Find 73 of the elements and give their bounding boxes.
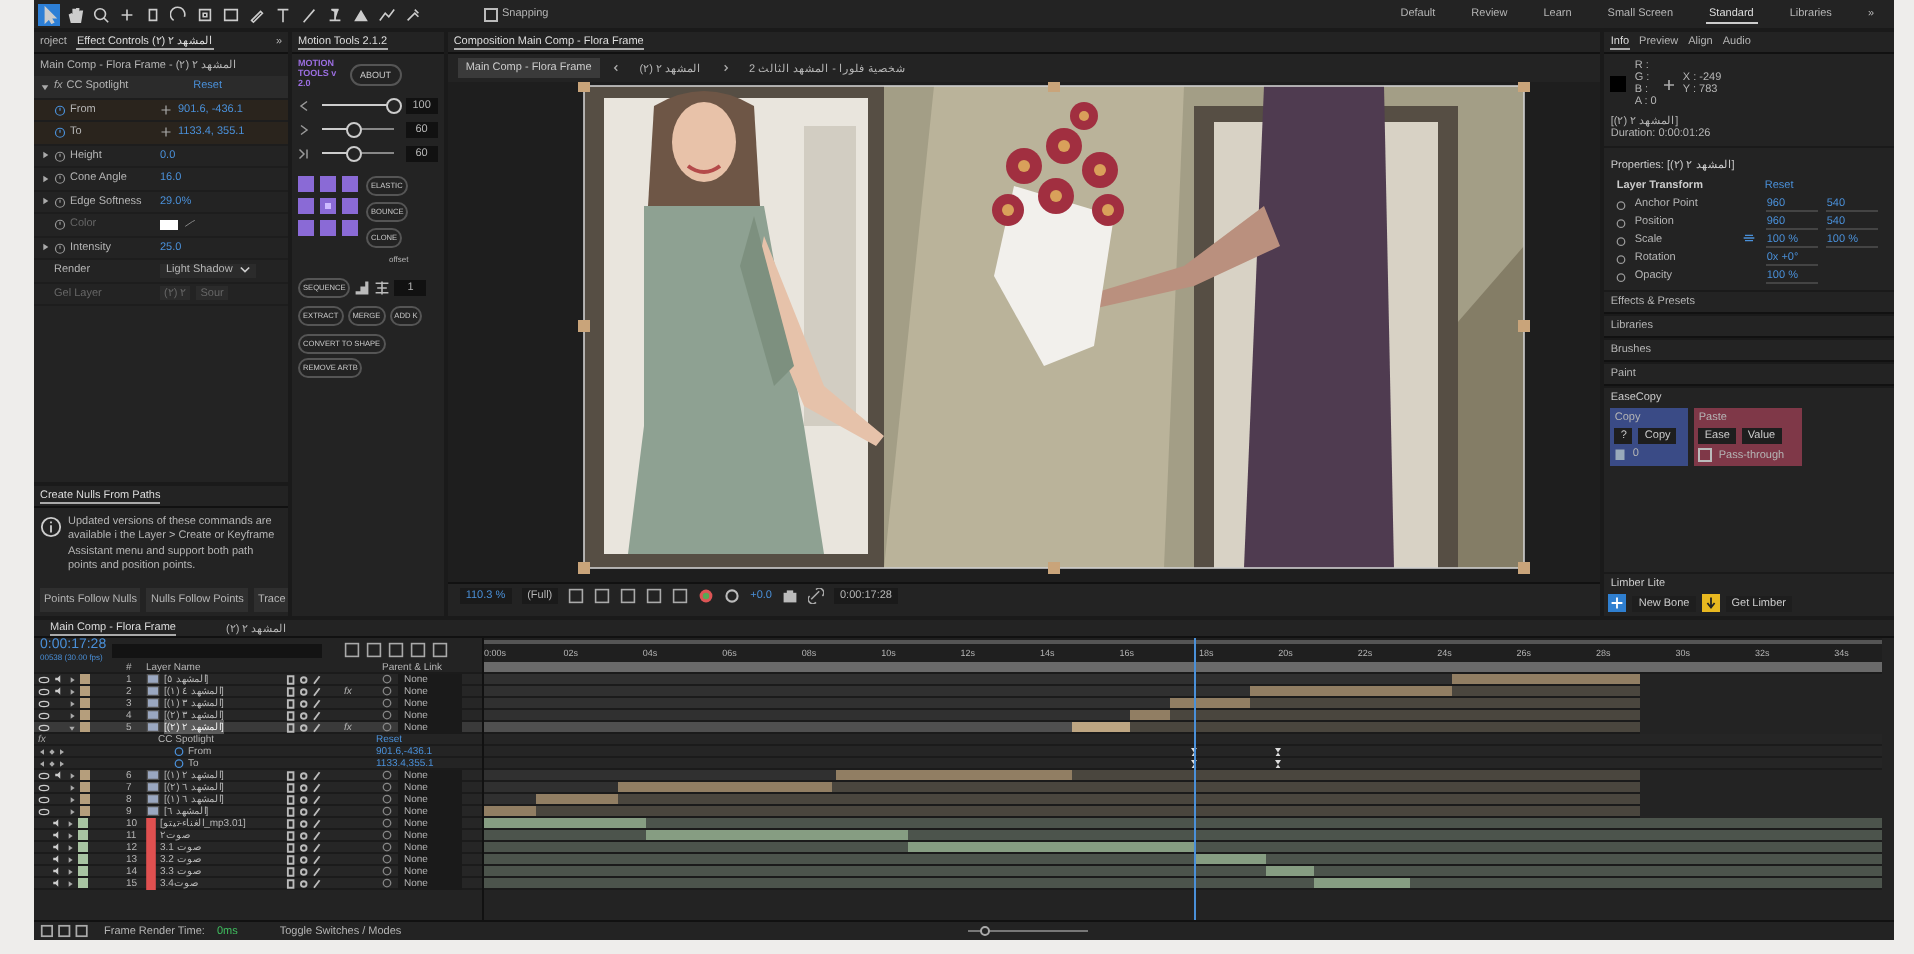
layer-bar[interactable] bbox=[1071, 722, 1131, 732]
label-color[interactable] bbox=[78, 878, 88, 888]
tool-icon[interactable] bbox=[220, 3, 242, 25]
crosshair-icon[interactable] bbox=[160, 126, 172, 139]
eye-icon[interactable] bbox=[38, 807, 50, 815]
label-color[interactable] bbox=[80, 698, 90, 708]
trash-icon[interactable] bbox=[1614, 448, 1627, 460]
stopwatch-icon[interactable] bbox=[54, 172, 66, 185]
eye-icon[interactable] bbox=[38, 783, 50, 791]
tool-icon[interactable] bbox=[324, 3, 346, 25]
tool-icon[interactable] bbox=[298, 3, 320, 25]
label-color[interactable] bbox=[78, 818, 88, 828]
label-color[interactable] bbox=[80, 674, 90, 684]
eye-icon[interactable] bbox=[38, 699, 50, 707]
layer-bar[interactable] bbox=[1130, 710, 1171, 720]
label-color[interactable] bbox=[80, 770, 90, 780]
slider-thumb[interactable] bbox=[385, 97, 402, 114]
zoom-slider-thumb[interactable] bbox=[980, 925, 990, 935]
tool-icon[interactable] bbox=[376, 3, 398, 25]
label-color[interactable] bbox=[80, 794, 90, 804]
caret-icon[interactable] bbox=[40, 150, 50, 161]
keyframe-navigator-icon[interactable] bbox=[38, 747, 66, 755]
color-wheel-icon[interactable] bbox=[698, 588, 715, 604]
color-sample bbox=[1610, 76, 1627, 92]
link-icon[interactable] bbox=[807, 588, 824, 604]
stopwatch-icon[interactable] bbox=[54, 103, 66, 116]
tool-icon[interactable] bbox=[64, 3, 86, 25]
easing-icon bbox=[298, 147, 310, 160]
caret-icon[interactable] bbox=[40, 196, 50, 207]
tool-icon[interactable] bbox=[168, 3, 190, 25]
stopwatch-icon[interactable] bbox=[54, 149, 66, 162]
keyframe-navigator-icon[interactable] bbox=[38, 759, 66, 767]
exposure-icon[interactable] bbox=[724, 588, 741, 604]
eye-icon[interactable] bbox=[38, 771, 50, 779]
label-color[interactable] bbox=[78, 842, 88, 852]
eye-icon[interactable] bbox=[38, 711, 50, 719]
crosshair-icon[interactable] bbox=[160, 103, 172, 116]
tool-icon[interactable] bbox=[402, 3, 424, 25]
eye-icon[interactable] bbox=[38, 723, 50, 731]
caret-icon[interactable] bbox=[40, 173, 50, 184]
caret-icon[interactable] bbox=[40, 242, 50, 253]
stopwatch-icon[interactable] bbox=[54, 126, 66, 139]
label-color[interactable] bbox=[80, 722, 90, 732]
label-color[interactable] bbox=[80, 710, 90, 720]
label-color[interactable] bbox=[80, 782, 90, 792]
link-icon[interactable] bbox=[1742, 234, 1757, 243]
align-icon[interactable] bbox=[374, 279, 391, 296]
label-color[interactable] bbox=[80, 686, 90, 696]
tool-icon[interactable] bbox=[194, 3, 216, 25]
caret-icon[interactable] bbox=[40, 81, 50, 92]
stairs-icon[interactable] bbox=[354, 279, 371, 296]
plus-icon[interactable] bbox=[1608, 594, 1627, 612]
tool-icon[interactable] bbox=[90, 3, 112, 25]
eye-icon[interactable] bbox=[38, 675, 50, 683]
label-color[interactable] bbox=[78, 854, 88, 864]
info-icon bbox=[40, 516, 62, 538]
tool-icon[interactable] bbox=[272, 3, 294, 25]
stopwatch-icon[interactable] bbox=[54, 241, 66, 254]
slider-thumb[interactable] bbox=[346, 121, 363, 138]
eye-icon[interactable] bbox=[38, 687, 50, 695]
label-color[interactable] bbox=[80, 806, 90, 816]
download-icon[interactable] bbox=[1701, 594, 1720, 612]
crosshair-icon bbox=[1664, 79, 1675, 89]
anchor-grid-icon[interactable] bbox=[298, 175, 358, 236]
tool-icon[interactable] bbox=[38, 3, 60, 25]
eye-icon[interactable] bbox=[38, 795, 50, 803]
label-color[interactable] bbox=[78, 830, 88, 840]
label-color[interactable] bbox=[78, 866, 88, 876]
footer-icons[interactable] bbox=[40, 924, 92, 938]
stopwatch-icon[interactable] bbox=[54, 195, 66, 208]
camera-icon[interactable] bbox=[781, 588, 798, 604]
slider-thumb[interactable] bbox=[346, 145, 363, 162]
caret-icon[interactable] bbox=[240, 266, 251, 275]
